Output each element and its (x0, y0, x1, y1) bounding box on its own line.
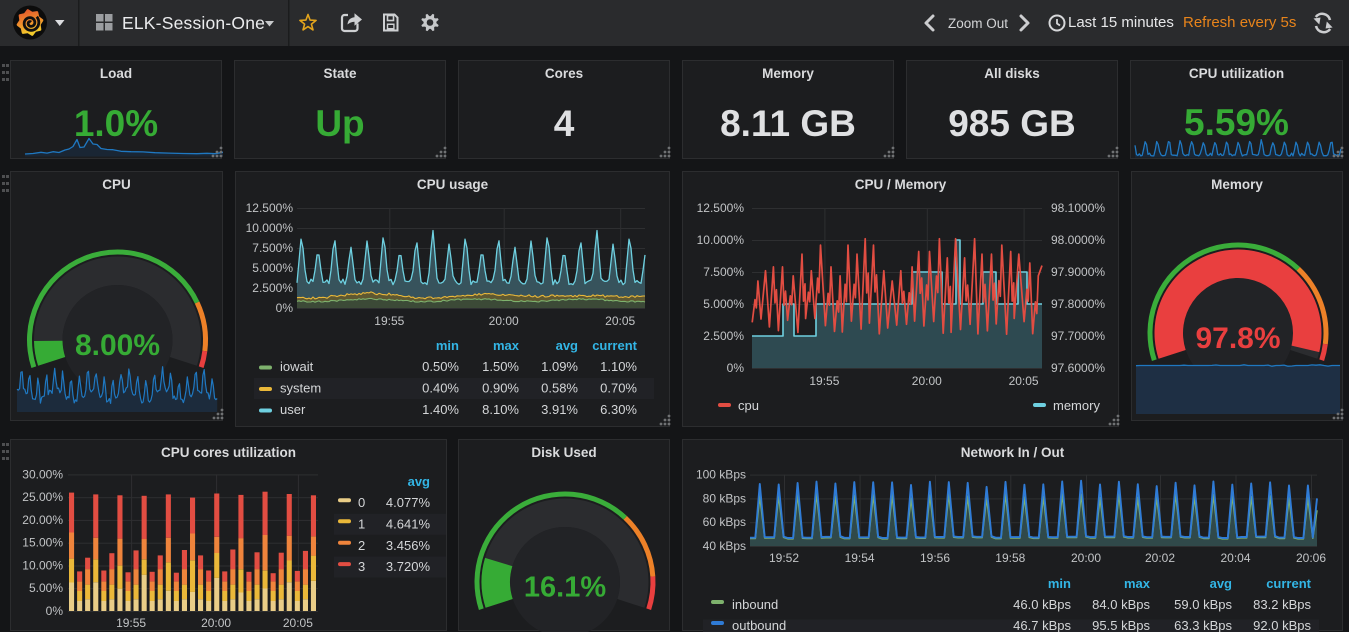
svg-text:4.077%: 4.077% (386, 495, 431, 510)
svg-text:7.500%: 7.500% (252, 241, 293, 255)
svg-text:8.10%: 8.10% (482, 402, 519, 417)
svg-text:avg: avg (408, 474, 430, 489)
svg-text:97.9000%: 97.9000% (1051, 265, 1105, 279)
svg-text:46.7 kBps: 46.7 kBps (1013, 618, 1071, 632)
svg-text:inbound: inbound (732, 597, 778, 612)
svg-text:10.000%: 10.000% (697, 233, 745, 247)
svg-text:20:06: 20:06 (1296, 551, 1326, 565)
svg-text:6.30%: 6.30% (600, 402, 637, 417)
svg-text:25.00%: 25.00% (22, 490, 63, 504)
svg-text:5.000%: 5.000% (703, 297, 744, 311)
svg-text:98.0000%: 98.0000% (1051, 233, 1105, 247)
svg-text:cpu: cpu (738, 398, 759, 413)
svg-text:20.00%: 20.00% (22, 513, 63, 527)
svg-text:92.0 kBps: 92.0 kBps (1253, 618, 1311, 632)
svg-text:current: current (592, 338, 637, 353)
svg-text:1.40%: 1.40% (422, 402, 459, 417)
svg-text:100 kBps: 100 kBps (696, 468, 746, 482)
svg-text:2.500%: 2.500% (252, 281, 293, 295)
svg-text:outbound: outbound (732, 618, 786, 632)
svg-text:3.720%: 3.720% (386, 559, 431, 574)
svg-text:max: max (1124, 576, 1151, 591)
svg-text:97.7000%: 97.7000% (1051, 329, 1105, 343)
svg-text:1.10%: 1.10% (600, 359, 637, 374)
svg-text:84.0 kBps: 84.0 kBps (1092, 597, 1150, 612)
svg-text:4.641%: 4.641% (386, 516, 431, 531)
svg-text:1.09%: 1.09% (541, 359, 578, 374)
svg-text:iowait: iowait (280, 359, 314, 374)
svg-text:12.500%: 12.500% (246, 201, 294, 215)
svg-text:59.0 kBps: 59.0 kBps (1174, 597, 1232, 612)
svg-text:20:00: 20:00 (1071, 551, 1101, 565)
svg-text:97.8%: 97.8% (1195, 322, 1280, 355)
svg-text:19:56: 19:56 (920, 551, 950, 565)
svg-text:20:00: 20:00 (201, 616, 231, 630)
svg-text:1.50%: 1.50% (482, 359, 519, 374)
svg-text:97.6000%: 97.6000% (1051, 361, 1105, 375)
svg-text:0.50%: 0.50% (422, 359, 459, 374)
svg-text:avg: avg (1210, 576, 1232, 591)
svg-text:5.000%: 5.000% (252, 261, 293, 275)
svg-text:0.58%: 0.58% (541, 381, 578, 396)
svg-text:3: 3 (358, 559, 365, 574)
svg-text:system: system (280, 381, 321, 396)
svg-text:98.1000%: 98.1000% (1051, 201, 1105, 215)
svg-text:40 kBps: 40 kBps (703, 539, 746, 553)
svg-text:20:02: 20:02 (1145, 551, 1175, 565)
svg-text:0%: 0% (46, 604, 64, 618)
svg-text:20:04: 20:04 (1220, 551, 1250, 565)
svg-text:95.5 kBps: 95.5 kBps (1092, 618, 1150, 632)
svg-text:min: min (436, 338, 459, 353)
svg-text:10.00%: 10.00% (22, 559, 63, 573)
svg-text:19:55: 19:55 (116, 616, 146, 630)
svg-text:83.2 kBps: 83.2 kBps (1253, 597, 1311, 612)
svg-text:0: 0 (358, 495, 365, 510)
svg-text:0.70%: 0.70% (600, 381, 637, 396)
svg-text:memory: memory (1053, 398, 1100, 413)
svg-text:97.8000%: 97.8000% (1051, 297, 1105, 311)
svg-text:30.00%: 30.00% (22, 467, 63, 481)
svg-text:60 kBps: 60 kBps (703, 515, 746, 529)
svg-text:20:05: 20:05 (283, 616, 313, 630)
svg-text:2.500%: 2.500% (703, 329, 744, 343)
svg-text:63.3 kBps: 63.3 kBps (1174, 618, 1232, 632)
svg-text:16.1%: 16.1% (524, 572, 606, 604)
svg-text:2: 2 (358, 538, 365, 553)
svg-text:3.91%: 3.91% (541, 402, 578, 417)
svg-text:46.0 kBps: 46.0 kBps (1013, 597, 1071, 612)
svg-text:19:55: 19:55 (374, 314, 404, 328)
svg-text:max: max (493, 338, 520, 353)
svg-text:15.00%: 15.00% (22, 536, 63, 550)
svg-text:8.00%: 8.00% (75, 329, 160, 362)
svg-text:7.500%: 7.500% (703, 265, 744, 279)
svg-text:1: 1 (358, 516, 365, 531)
svg-text:20:00: 20:00 (489, 314, 519, 328)
svg-text:5.00%: 5.00% (29, 581, 63, 595)
svg-text:3.456%: 3.456% (386, 538, 431, 553)
svg-text:0%: 0% (276, 301, 294, 315)
svg-text:20:05: 20:05 (605, 314, 635, 328)
svg-text:19:54: 19:54 (845, 551, 875, 565)
svg-text:0.40%: 0.40% (422, 381, 459, 396)
svg-text:min: min (1048, 576, 1071, 591)
svg-text:80 kBps: 80 kBps (703, 491, 746, 505)
svg-text:0.90%: 0.90% (482, 381, 519, 396)
svg-text:19:52: 19:52 (769, 551, 799, 565)
svg-text:19:58: 19:58 (995, 551, 1025, 565)
svg-text:20:00: 20:00 (912, 374, 942, 388)
svg-text:current: current (1266, 576, 1311, 591)
svg-text:19:55: 19:55 (809, 374, 839, 388)
svg-text:user: user (280, 402, 306, 417)
svg-text:0%: 0% (727, 361, 745, 375)
svg-text:12.500%: 12.500% (697, 201, 745, 215)
svg-text:avg: avg (556, 338, 578, 353)
svg-text:20:05: 20:05 (1009, 374, 1039, 388)
svg-text:10.000%: 10.000% (246, 221, 294, 235)
